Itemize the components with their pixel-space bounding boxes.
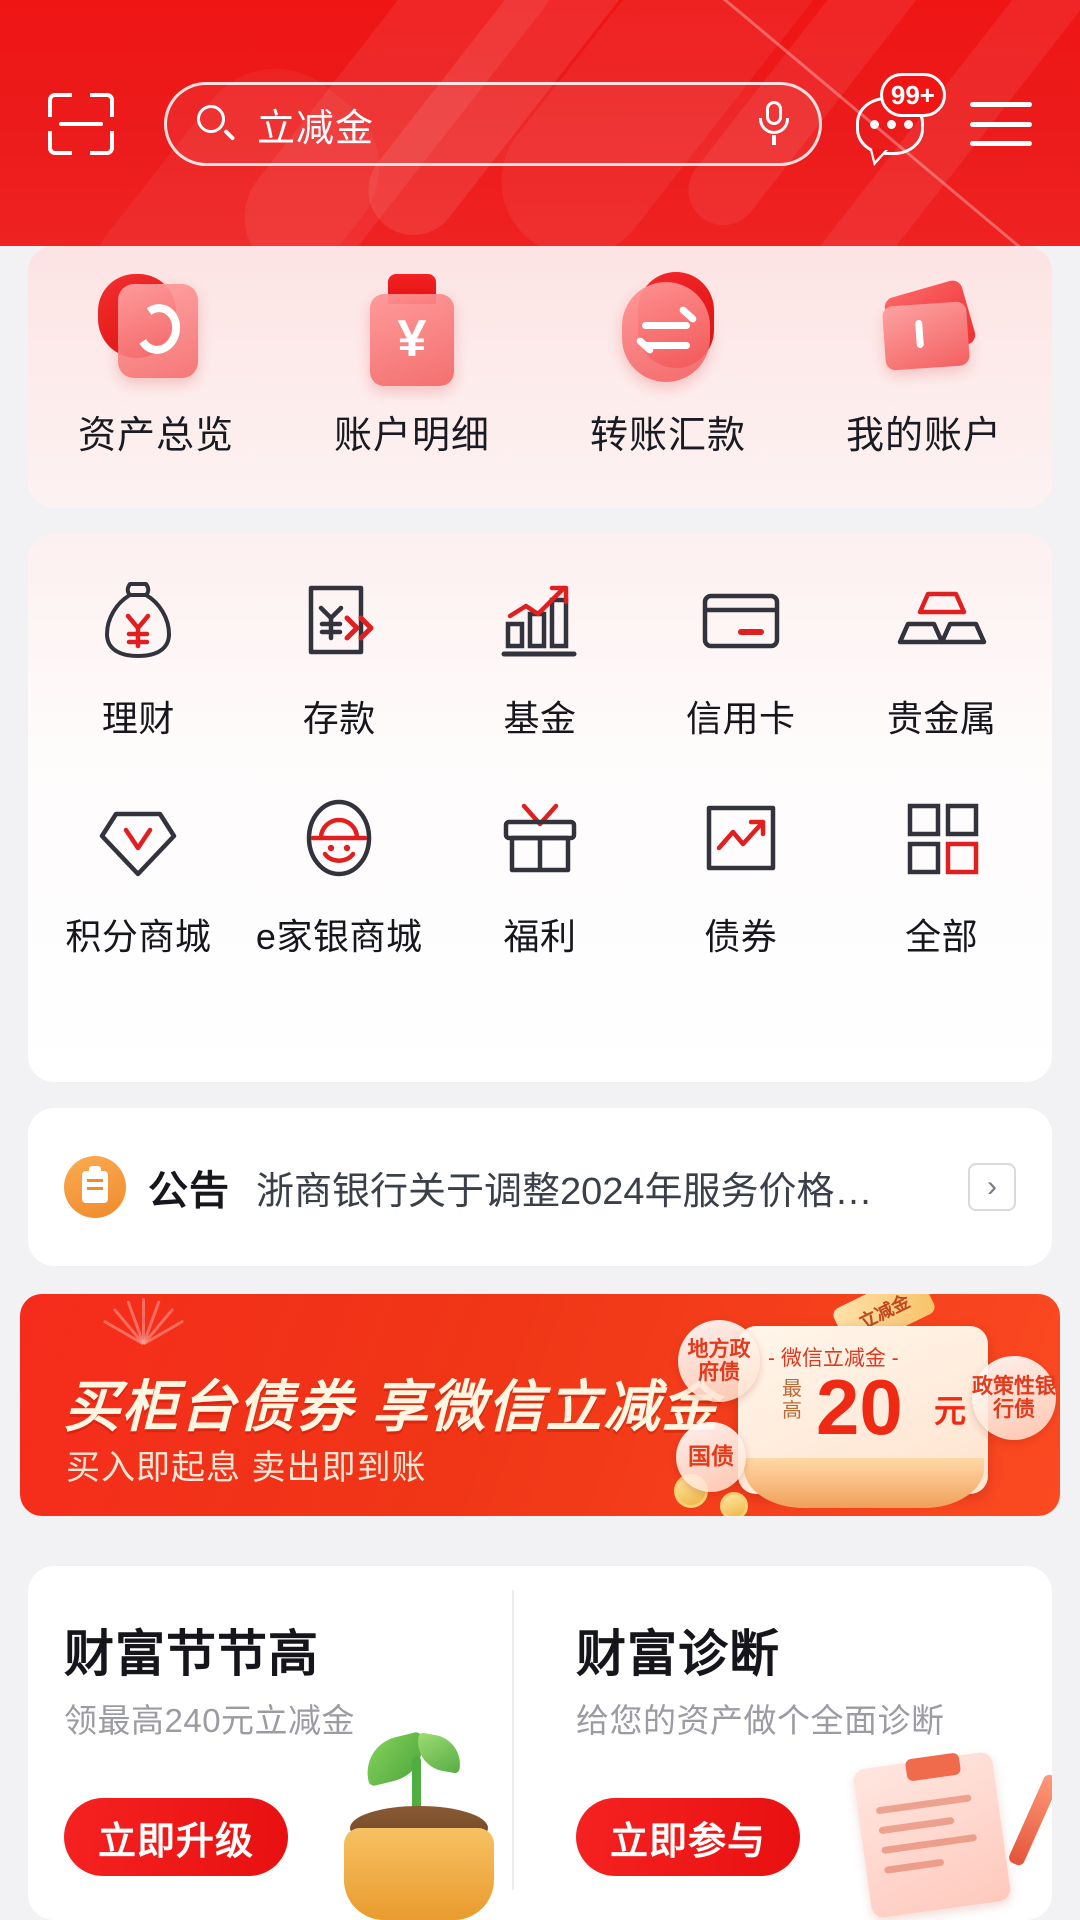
hamburger-menu-icon[interactable] — [970, 102, 1032, 146]
grid-item-credit-card[interactable]: 信用卡 — [640, 572, 841, 742]
grid-item-label: 理财 — [102, 690, 175, 742]
promo-card-divider — [512, 1590, 514, 1890]
announcement-icon — [64, 1156, 126, 1218]
bond-chart-icon — [693, 790, 789, 886]
banner-subtitle: 买入即起息 卖出即到账 — [66, 1440, 426, 1489]
quick-action-label: 我的账户 — [846, 404, 1002, 459]
service-grid-row-1: 理财 存款 — [38, 572, 1042, 742]
sprout-plant-illustration — [304, 1720, 534, 1920]
announcement-text: 浙商银行关于调整2024年服务价格… — [256, 1160, 968, 1215]
coin-decoration — [720, 1492, 748, 1516]
grid-item-jijin[interactable]: 基金 — [440, 572, 641, 742]
service-grid-row-2: 积分商城 e家银商城 — [38, 790, 1042, 960]
grid-item-label: 基金 — [503, 690, 576, 742]
bar-chart-growth-icon — [492, 572, 588, 668]
quick-action-asset-overview[interactable]: 资产总览 — [28, 268, 284, 459]
promo-card-title: 财富节节高 — [64, 1614, 319, 1686]
grid-item-label: 福利 — [503, 908, 576, 960]
promo-card-title: 财富诊断 — [576, 1614, 780, 1686]
quick-actions-card: 资产总览 ¥ 账户明细 转账汇款 我的账户 — [28, 246, 1052, 508]
coupon-max-label: 最高 — [782, 1378, 804, 1422]
chat-dots — [870, 120, 913, 129]
banner-bubble-treasury-bond: 国债 — [676, 1422, 746, 1492]
grid-item-label: 债券 — [704, 908, 777, 960]
quick-action-label: 资产总览 — [78, 404, 234, 459]
gold-bars-icon — [894, 572, 990, 668]
promo-card-wealth-upgrade[interactable]: 财富节节高 领最高240元立减金 立即升级 — [28, 1566, 540, 1920]
upgrade-button[interactable]: 立即升级 — [64, 1798, 288, 1876]
money-bag-icon — [90, 572, 186, 668]
credit-card-icon — [693, 572, 789, 668]
chevron-right-icon[interactable]: › — [968, 1163, 1016, 1211]
grid-item-label: 存款 — [303, 690, 376, 742]
grid-item-cunkuan[interactable]: 存款 — [239, 572, 440, 742]
chat-button[interactable]: 99+ — [856, 87, 930, 161]
announcement-tag: 公告 — [148, 1158, 230, 1216]
promo-card-row: 财富节节高 领最高240元立减金 立即升级 财富诊断 给您的资产做个全面诊断 立… — [28, 1566, 1052, 1920]
clipboard-illustration — [816, 1720, 1046, 1920]
quick-action-my-account[interactable]: 我的账户 — [796, 268, 1052, 459]
bowl-decoration — [744, 1458, 984, 1508]
gift-box-icon — [492, 790, 588, 886]
grid-item-label: e家银商城 — [256, 908, 423, 960]
coupon-amount-unit: 元 — [934, 1386, 966, 1432]
grid-item-bonds[interactable]: 债券 — [640, 790, 841, 960]
grid-item-all[interactable]: 全部 — [841, 790, 1042, 960]
announcement-bar[interactable]: 公告 浙商银行关于调整2024年服务价格… › — [28, 1108, 1052, 1266]
grid-item-label: 全部 — [905, 908, 978, 960]
deposit-document-icon — [291, 572, 387, 668]
quick-action-account-detail[interactable]: ¥ 账户明细 — [284, 268, 540, 459]
smiley-face-icon — [291, 790, 387, 886]
search-input-value: 立减金 — [257, 97, 759, 152]
microphone-icon[interactable] — [759, 101, 789, 147]
app-screen: 立减金 99+ 资产总览 ¥ — [0, 0, 1080, 1920]
asset-overview-icon — [92, 268, 220, 388]
diamond-icon — [90, 790, 186, 886]
grid-item-label: 信用卡 — [686, 690, 796, 742]
banner-bubble-policy-bank-bond: 政策性银行债 — [972, 1356, 1056, 1440]
banner-bubble-local-gov-bond: 地方政府债 — [678, 1320, 760, 1402]
grid-item-precious-metals[interactable]: 贵金属 — [841, 572, 1042, 742]
grid-item-label: 积分商城 — [65, 908, 211, 960]
service-grid-card: 理财 存款 — [28, 534, 1052, 1082]
search-input[interactable]: 立减金 — [164, 82, 822, 166]
grid-item-label: 贵金属 — [887, 690, 997, 742]
account-detail-icon: ¥ — [348, 268, 476, 388]
participate-button[interactable]: 立即参与 — [576, 1798, 800, 1876]
grid-all-icon — [894, 790, 990, 886]
quick-action-label: 账户明细 — [334, 404, 490, 459]
chat-unread-badge: 99+ — [880, 73, 946, 117]
quick-action-transfer[interactable]: 转账汇款 — [540, 268, 796, 459]
search-icon — [197, 105, 235, 143]
top-bar: 立减金 99+ — [0, 78, 1080, 170]
promo-card-wealth-diagnosis[interactable]: 财富诊断 给您的资产做个全面诊断 立即参与 — [540, 1566, 1052, 1920]
grid-item-welfare[interactable]: 福利 — [440, 790, 641, 960]
scan-icon[interactable] — [48, 93, 114, 155]
grid-item-points-mall[interactable]: 积分商城 — [38, 790, 239, 960]
quick-action-label: 转账汇款 — [590, 404, 746, 459]
grid-item-licai[interactable]: 理财 — [38, 572, 239, 742]
coupon-amount: 20 — [816, 1368, 903, 1446]
banner-illustration: 立减金 - 微信立减金 - 最高 20 元 地方政府债 国债 政策性银行债 — [610, 1294, 1060, 1516]
my-account-icon — [860, 268, 988, 388]
promo-banner[interactable]: 买柜台债券 享微信立减金 买入即起息 卖出即到账 立减金 - 微信立减金 - 最… — [20, 1294, 1060, 1516]
grid-item-ejiayin-mall[interactable]: e家银商城 — [239, 790, 440, 960]
app-header: 立减金 99+ — [0, 0, 1080, 246]
transfer-icon — [604, 268, 732, 388]
